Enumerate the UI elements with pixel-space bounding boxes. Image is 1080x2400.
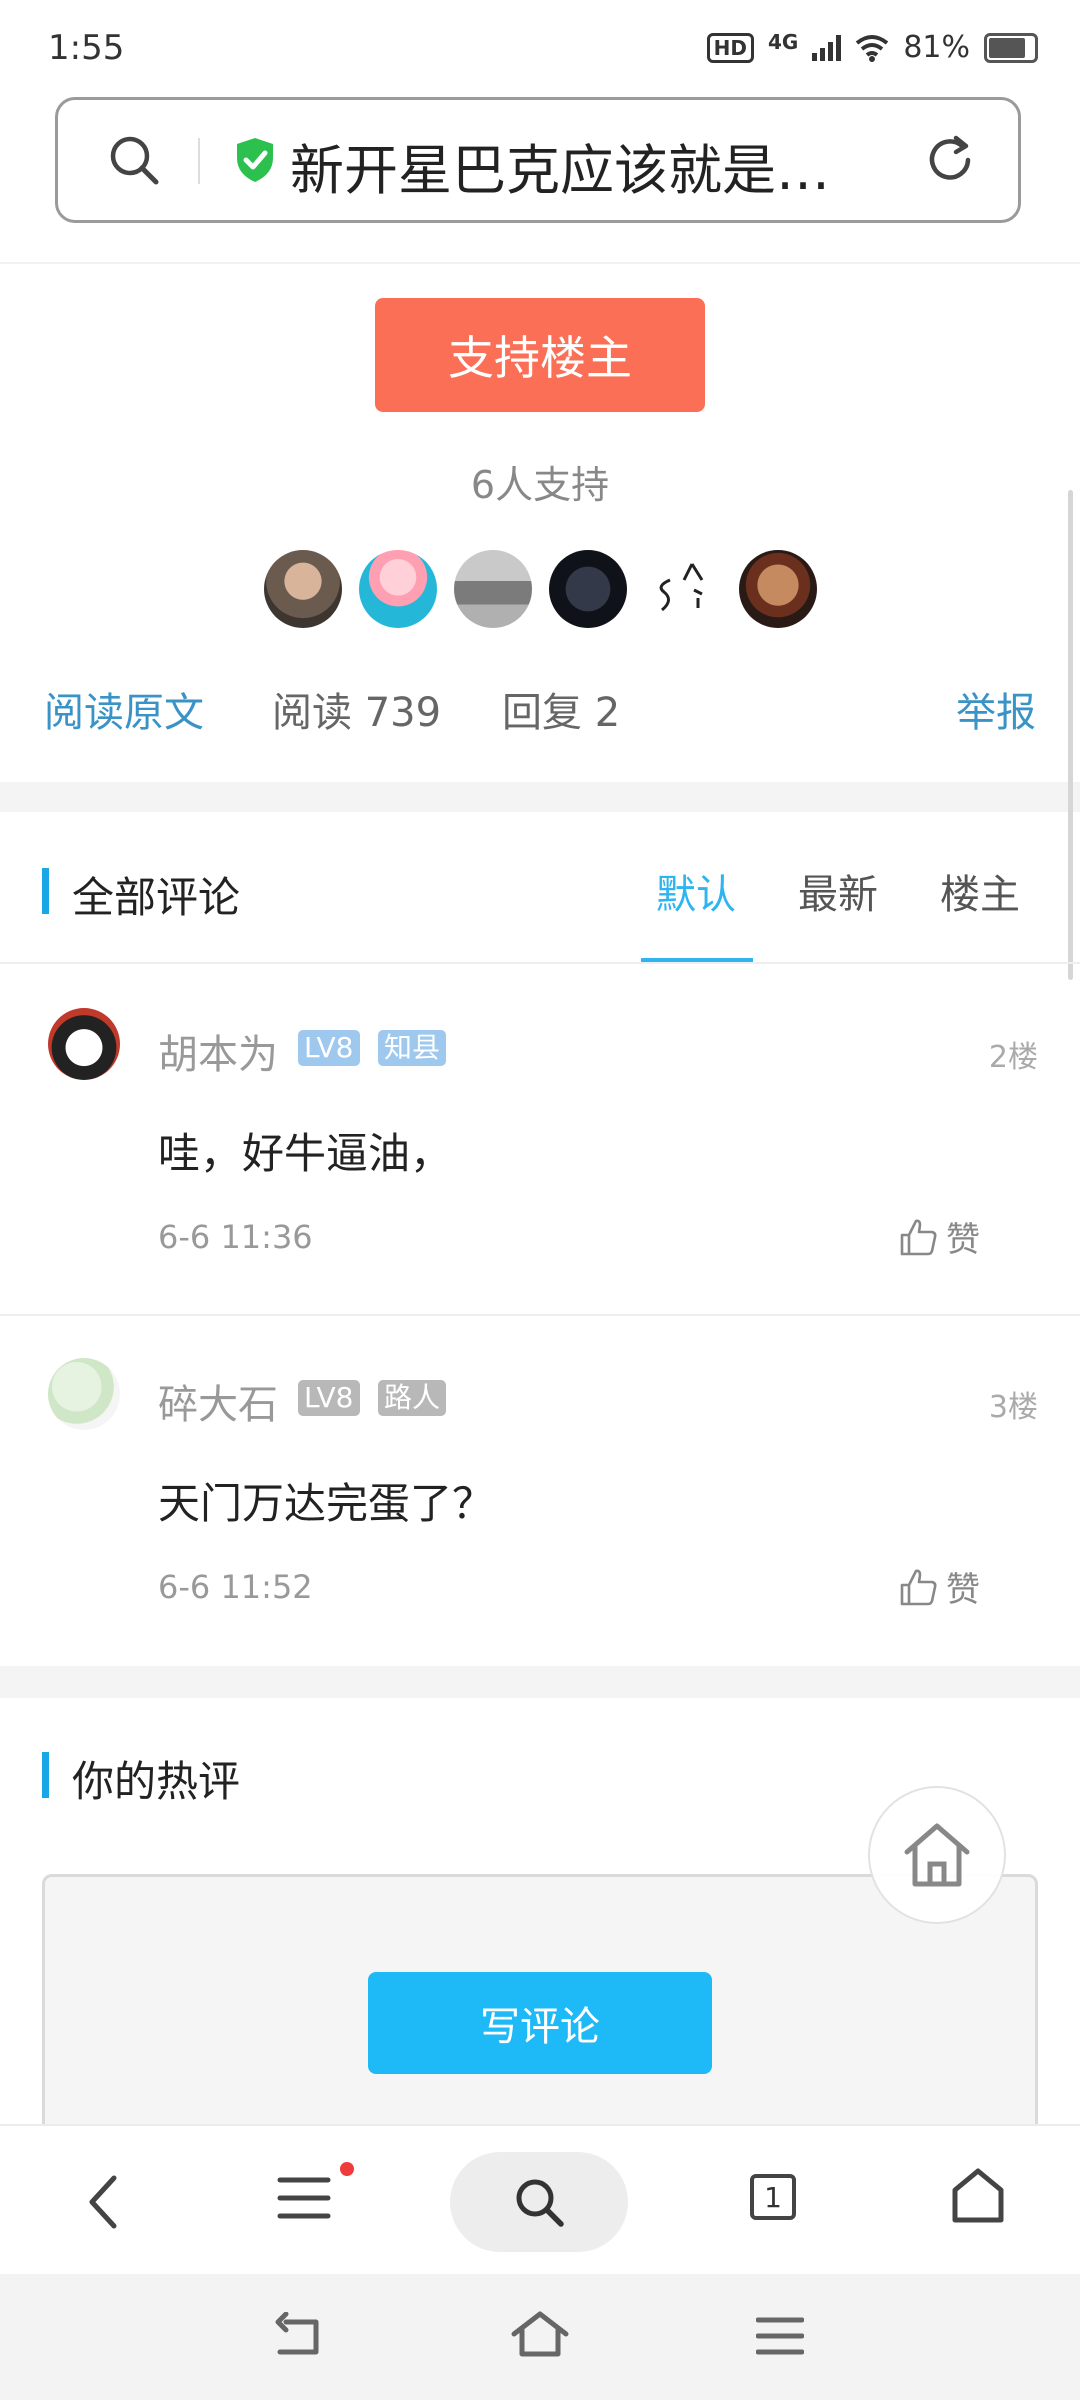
comment-text: 哇，好牛逼油， — [158, 1129, 453, 1178]
title-badge: 路人 — [378, 1380, 447, 1416]
tab-latest[interactable]: 最新 — [798, 862, 878, 920]
refresh-icon[interactable] — [922, 132, 978, 188]
notification-dot — [340, 2162, 354, 2176]
like-button[interactable]: 赞 — [898, 1562, 980, 1611]
section-marker — [42, 868, 49, 914]
report-link[interactable]: 举报 — [956, 680, 1036, 738]
avatar[interactable] — [48, 1008, 120, 1080]
comment-username[interactable]: 胡本为 — [158, 1022, 278, 1080]
page-title[interactable]: 新开星巴克应该就是… — [290, 126, 830, 205]
section-marker — [42, 1752, 49, 1798]
tab-author[interactable]: 楼主 — [940, 862, 1020, 920]
hd-icon: HD — [706, 32, 754, 63]
system-navigation-bar — [0, 2274, 1080, 2400]
status-time: 1:55 — [48, 28, 125, 68]
back-icon[interactable] — [82, 2172, 122, 2232]
like-button[interactable]: 赞 — [898, 1212, 980, 1261]
avatar[interactable] — [644, 550, 722, 628]
title-badge: 知县 — [378, 1030, 447, 1066]
floating-home-button[interactable] — [868, 1786, 1006, 1924]
avatar[interactable] — [739, 550, 817, 628]
like-label: 赞 — [946, 1570, 980, 1610]
system-recents-icon[interactable] — [756, 2314, 804, 2358]
scrollbar[interactable] — [1068, 490, 1073, 980]
comment-username[interactable]: 碎大石 — [158, 1372, 278, 1430]
support-count: 6人支持 — [470, 463, 610, 507]
reply-count: 回复 2 — [502, 690, 621, 736]
comment-time: 6-6 11:52 — [158, 1568, 313, 1606]
avatar[interactable] — [454, 550, 532, 628]
shield-check-icon — [237, 138, 273, 182]
comment-time: 6-6 11:36 — [158, 1218, 313, 1256]
like-label: 赞 — [946, 1220, 980, 1260]
tabs-button[interactable]: 1 — [750, 2174, 796, 2220]
section-gap — [0, 782, 1080, 812]
battery-icon — [984, 32, 1038, 63]
avatar[interactable] — [264, 550, 342, 628]
floor-number: 3楼 — [988, 1390, 1038, 1425]
section-title: 你的热评 — [72, 1757, 241, 1806]
tab-default[interactable]: 默认 — [656, 862, 736, 920]
status-bar: 1:55 HD 4G 81% — [0, 0, 1080, 90]
network-type: 4G — [767, 30, 799, 54]
divider — [0, 1314, 1080, 1316]
home-icon[interactable] — [950, 2166, 1006, 2226]
avatar[interactable] — [549, 550, 627, 628]
write-comment-button[interactable]: 写评论 — [368, 1972, 712, 2074]
browser-toolbar: 1 — [0, 2124, 1080, 2276]
level-badge: LV8 — [298, 1380, 360, 1416]
status-icons: HD 4G 81% — [706, 30, 1038, 65]
menu-icon[interactable] — [276, 2174, 332, 2222]
thumbs-up-icon — [900, 1219, 937, 1255]
system-back-icon[interactable] — [272, 2312, 328, 2362]
level-badge: LV8 — [298, 1030, 360, 1066]
support-author-button[interactable]: 支持楼主 — [375, 298, 705, 412]
thumbs-up-icon — [900, 1569, 937, 1605]
avatar[interactable] — [48, 1358, 120, 1430]
search-icon — [516, 2179, 564, 2227]
section-title: 全部评论 — [72, 873, 241, 922]
address-bar[interactable]: 新开星巴克应该就是… — [55, 97, 1021, 223]
signal-icon — [812, 34, 842, 61]
wifi-icon — [856, 34, 889, 62]
divider — [198, 138, 200, 184]
section-gap — [0, 1666, 1080, 1698]
calligraphy-icon — [659, 563, 704, 612]
comment-text: 天门万达完蛋了？ — [158, 1479, 495, 1528]
battery-percent: 81% — [903, 30, 970, 65]
home-icon — [904, 1823, 970, 1887]
search-button[interactable] — [450, 2152, 628, 2252]
avatar[interactable] — [359, 550, 437, 628]
divider — [0, 962, 1080, 964]
system-home-icon[interactable] — [510, 2310, 570, 2360]
divider — [0, 262, 1080, 264]
supporter-avatars — [264, 550, 817, 628]
floor-number: 2楼 — [988, 1040, 1038, 1075]
read-count: 阅读 739 — [272, 690, 442, 736]
stats-row: 阅读原文 阅读 739 回复 2 举报 — [0, 680, 1080, 740]
read-original-link[interactable]: 阅读原文 — [44, 680, 204, 738]
search-icon[interactable] — [106, 132, 162, 188]
